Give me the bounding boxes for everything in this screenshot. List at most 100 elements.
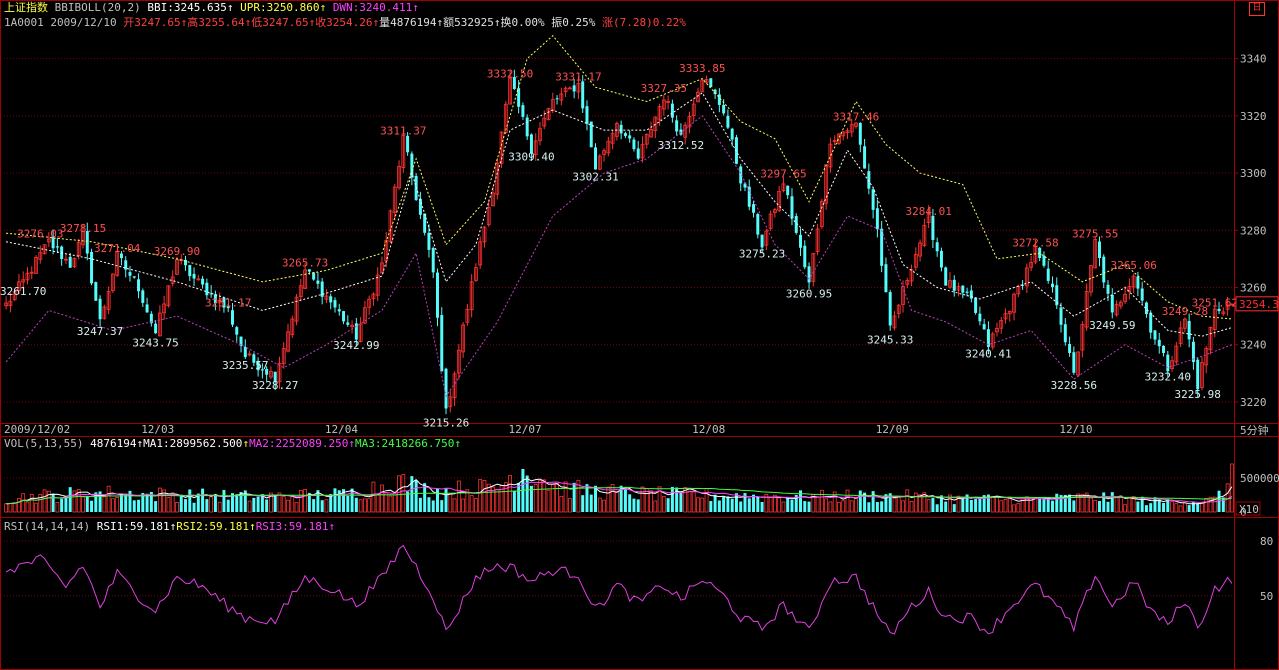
volume-bar-down (145, 493, 149, 512)
candle-down (1153, 330, 1157, 340)
volume-bar-down (512, 490, 516, 512)
candle-down (935, 242, 939, 252)
candle-down (756, 214, 760, 235)
volume-bar-up (567, 498, 572, 513)
candle-down (201, 278, 205, 285)
volume-bar-up (841, 500, 846, 513)
low-label: 3245.33 (867, 333, 913, 346)
volume-bar-up (926, 498, 931, 513)
volume-bar-down (730, 498, 734, 512)
rsi-tick-label: 80 (1260, 535, 1273, 548)
candle-down (55, 246, 59, 248)
candle-down (68, 256, 72, 268)
market-chart[interactable]: 3220 3240 3260 3280 3300 3320 3340 3276.033278… (0, 0, 1279, 670)
volume-bar-up (42, 489, 47, 513)
candle-down (1136, 276, 1140, 289)
volume-bar-up (824, 498, 829, 513)
volume-bar-up (990, 496, 995, 513)
volume-bar-up (533, 484, 538, 513)
volume-bar-up (687, 490, 692, 513)
volume-bar-up (508, 475, 512, 513)
low-label: 3240.41 (965, 348, 1011, 361)
candle-down (1106, 284, 1110, 294)
candle-down (944, 267, 948, 286)
low-label: 3309.40 (508, 150, 554, 163)
time-label: 12/09 (876, 423, 909, 436)
volume-bar-down (1042, 499, 1046, 512)
candle-down (675, 120, 679, 132)
candle-down (965, 291, 969, 293)
volume-bar-down (636, 499, 640, 512)
volume-bar-up (495, 489, 500, 513)
volume-bar-up (542, 479, 547, 513)
time-label: 2009/12/02 (4, 423, 70, 436)
candle-down (636, 148, 640, 159)
candle-down (192, 273, 196, 279)
time-axis: 2009/12/02 12/03 12/04 12/07 12/08 12/09 12/10… (4, 423, 1269, 437)
candle-down (132, 276, 136, 278)
time-label: 12/10 (1059, 423, 1092, 436)
candle-down (188, 265, 192, 277)
volume-bar-up (555, 483, 559, 513)
volume-bar-down (435, 488, 439, 512)
volume-bar-down (1072, 500, 1076, 512)
candle-down (974, 297, 978, 313)
high-label: 3276.03 (17, 228, 63, 241)
candle-down (961, 285, 965, 293)
volume-bar-up (367, 498, 372, 513)
candle-up (567, 87, 572, 90)
candle-down (978, 313, 982, 322)
volume-bar-up (175, 502, 179, 513)
volume-bar-up (896, 496, 901, 513)
volume-bar-up (1118, 495, 1123, 513)
candle-down (863, 146, 867, 169)
volume-bar-down (1221, 497, 1225, 512)
candle-down (1110, 294, 1114, 313)
candle-down (145, 304, 149, 313)
price-tick-label: 3300 (1240, 167, 1267, 180)
low-label: 3261.70 (0, 285, 46, 298)
price-tick-label: 3320 (1240, 110, 1267, 123)
period-label: 5分钟 (1240, 423, 1269, 437)
volume-bar-down (192, 502, 196, 512)
volume-bar-down (1046, 499, 1050, 512)
volume-bar-down (346, 495, 350, 512)
volume-bar-down (427, 497, 431, 512)
high-label: 3311.37 (380, 125, 426, 138)
volume-bar-down (205, 499, 209, 512)
volume-bar-up (1123, 504, 1127, 513)
candle-down (722, 104, 726, 114)
volume-bar-up (1089, 497, 1093, 513)
candle-down (337, 309, 341, 312)
candle-down (623, 133, 627, 136)
volume-bar-down (713, 494, 717, 512)
volume-unit-label: X10 (1239, 503, 1259, 516)
current-price-label: 3254.3 (1239, 298, 1279, 311)
candle-down (1162, 345, 1166, 353)
volume-bar-down (589, 494, 593, 512)
volume-bar-down (679, 491, 683, 512)
volume-bar-up (247, 500, 252, 513)
volume-bar-down (354, 497, 358, 512)
volume-bar-down (525, 475, 529, 512)
volume-bar-up (696, 497, 700, 513)
volume-bar-up (482, 480, 487, 513)
candle-down (858, 122, 862, 145)
volume-bar-up (768, 497, 773, 513)
high-label: 3333.85 (679, 62, 725, 75)
candle-down (1059, 307, 1063, 325)
candle-down (128, 272, 132, 276)
volume-bar-up (503, 482, 508, 513)
volume-bar-down (572, 482, 576, 512)
volume-bar-up (358, 499, 363, 513)
candle-down (312, 272, 316, 280)
volume-bar-up (217, 501, 222, 513)
volume-bar-down (969, 499, 973, 512)
candle-down (435, 272, 439, 318)
volume-bar-down (670, 486, 674, 512)
volume-bar-up (909, 501, 914, 513)
volume-bar-down (974, 499, 978, 512)
volume-bar-up (1033, 497, 1038, 513)
volume-bar-up (209, 496, 214, 513)
volume-bar-down (1055, 493, 1059, 512)
